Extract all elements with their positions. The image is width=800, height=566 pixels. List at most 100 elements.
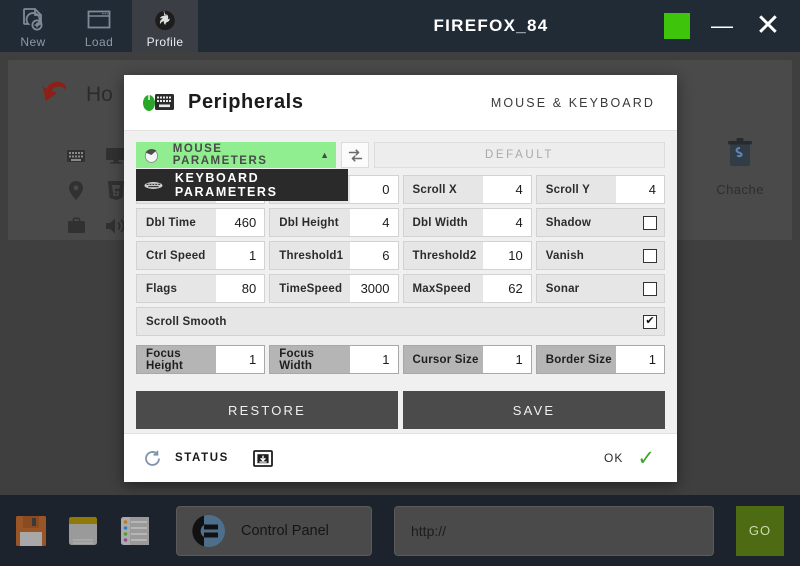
param-label: Vanish [545, 249, 585, 262]
param-label: Scroll X [412, 183, 457, 196]
briefcase-icon[interactable] [67, 217, 85, 234]
dropdown-item-label: KEYBOARD PARAMETERS [174, 171, 278, 199]
param-sonar[interactable]: Sonar [535, 274, 665, 303]
param-dbl-time[interactable]: Dbl Time 460 [136, 208, 266, 237]
param-label: Border Size [545, 353, 612, 366]
list-icon[interactable] [118, 514, 152, 548]
status-label: STATUS [175, 452, 229, 464]
refresh-icon[interactable] [144, 450, 161, 467]
param-label: Focus Height [146, 347, 183, 372]
param-ctrl-speed[interactable]: Ctrl Speed 1 [136, 241, 266, 270]
keyboard-icon[interactable] [67, 149, 85, 163]
trash-bin-icon [728, 138, 753, 166]
location-pin-icon[interactable] [69, 181, 83, 200]
param-vanish[interactable]: Vanish [535, 241, 665, 270]
tab-new-label: New [20, 34, 46, 49]
scroll-smooth[interactable]: Scroll Smooth ✔ [136, 307, 665, 336]
html5-icon[interactable] [108, 181, 124, 200]
param-value[interactable]: 1 [216, 242, 265, 269]
param-value[interactable]: 4 [482, 176, 531, 203]
param-label: Dbl Width [412, 216, 468, 229]
tab-new[interactable]: New [0, 0, 66, 52]
parameter-row: Flags 80 TimeSpeed 3000 MaxSpeed 62 Sonar [136, 274, 665, 303]
param-cursor-size[interactable]: Cursor Size 1 [402, 345, 532, 374]
param-value[interactable]: 3000 [349, 275, 398, 302]
floppy-save-icon[interactable] [14, 514, 48, 548]
control-panel-icon [192, 514, 225, 547]
param-value[interactable]: 4 [349, 209, 398, 236]
param-label: Dbl Time [146, 216, 196, 229]
param-shadow[interactable]: Shadow [535, 208, 665, 237]
restore-button[interactable]: RESTORE [136, 391, 398, 429]
param-label: Scroll Y [545, 183, 590, 196]
chache-shortcut[interactable]: Chache [716, 138, 764, 197]
monitor-icon[interactable] [106, 147, 126, 164]
red-curved-arrow-icon [42, 81, 66, 101]
dialog-header: Peripherals MOUSE & KEYBOARD [124, 75, 677, 131]
param-value[interactable]: 1 [349, 346, 398, 373]
go-button[interactable]: GO [736, 505, 784, 556]
green-indicator[interactable] [664, 13, 690, 39]
param-label: TimeSpeed [279, 282, 343, 295]
default-button[interactable]: DEFAULT [374, 142, 665, 168]
param-checkbox[interactable] [643, 215, 657, 230]
keyboard-icon [144, 181, 163, 189]
tab-load[interactable]: Load [66, 0, 132, 52]
download-folder-icon[interactable] [253, 449, 273, 468]
param-value[interactable]: 10 [482, 242, 531, 269]
param-value[interactable]: 80 [216, 275, 265, 302]
param-scroll-x[interactable]: Scroll X 4 [402, 175, 532, 204]
chache-label: Chache [716, 182, 764, 197]
param-value[interactable]: 62 [482, 275, 531, 302]
mouse-icon [144, 148, 158, 163]
tab-profile-label: Profile [146, 34, 184, 49]
param-border-size[interactable]: Border Size 1 [535, 345, 665, 374]
param-label: Focus Width [279, 347, 315, 372]
ok-label: OK [604, 451, 624, 465]
tab-profile[interactable]: Profile [132, 0, 198, 52]
param-value[interactable]: 1 [216, 346, 265, 373]
selector-row: MOUSE PARAMETERS ▲ DEFAULT [136, 142, 665, 168]
ok-check-icon[interactable]: ✓ [637, 448, 655, 469]
window-title: FIREFOX_84 [433, 16, 549, 35]
save-button[interactable]: SAVE [403, 391, 665, 429]
window-load-icon [87, 10, 111, 28]
param-value[interactable]: 4 [482, 209, 531, 236]
param-max-speed[interactable]: MaxSpeed 62 [402, 274, 532, 303]
param-checkbox[interactable] [643, 281, 657, 296]
param-value[interactable]: 460 [216, 209, 265, 236]
parameter-mode-dropdown-item-keyboard[interactable]: KEYBOARD PARAMETERS [136, 169, 348, 201]
param-value[interactable]: 4 [616, 176, 664, 203]
swap-arrows-icon [348, 148, 362, 162]
url-input[interactable]: http:// [394, 505, 714, 556]
minimize-button[interactable]: — [708, 12, 736, 40]
control-panel-button[interactable]: Control Panel [176, 505, 372, 556]
param-value[interactable]: 1 [616, 346, 664, 373]
param-time-speed[interactable]: TimeSpeed 3000 [269, 274, 399, 303]
param-value[interactable]: 6 [349, 242, 398, 269]
param-threshold2[interactable]: Threshold2 10 [402, 241, 532, 270]
param-focus-width[interactable]: Focus Width 1 [269, 345, 399, 374]
param-flags[interactable]: Flags 80 [136, 274, 266, 303]
param-threshold1[interactable]: Threshold1 6 [269, 241, 399, 270]
param-value[interactable]: 0 [349, 176, 398, 203]
param-checkbox[interactable] [643, 248, 657, 263]
param-label: Threshold2 [412, 249, 477, 262]
close-button[interactable]: ✕ [754, 11, 782, 41]
param-focus-height[interactable]: Focus Height 1 [136, 345, 266, 374]
swap-button[interactable] [341, 142, 369, 168]
param-dbl-height[interactable]: Dbl Height 4 [269, 208, 399, 237]
action-row: RESTORE SAVE [136, 391, 665, 429]
param-scroll-y[interactable]: Scroll Y 4 [535, 175, 665, 204]
scroll-smooth-checkbox[interactable]: ✔ [643, 314, 657, 329]
window-controls: — ✕ [664, 0, 800, 52]
scroll-smooth-row: Scroll Smooth ✔ [136, 307, 665, 336]
speaker-icon[interactable] [106, 218, 126, 234]
notepad-icon[interactable] [66, 514, 100, 548]
param-dbl-width[interactable]: Dbl Width 4 [402, 208, 532, 237]
new-document-icon [23, 7, 43, 30]
chevron-up-icon: ▲ [320, 150, 329, 160]
param-label: Shadow [545, 216, 592, 229]
param-value[interactable]: 1 [482, 346, 531, 373]
parameter-mode-select[interactable]: MOUSE PARAMETERS ▲ [136, 142, 336, 168]
